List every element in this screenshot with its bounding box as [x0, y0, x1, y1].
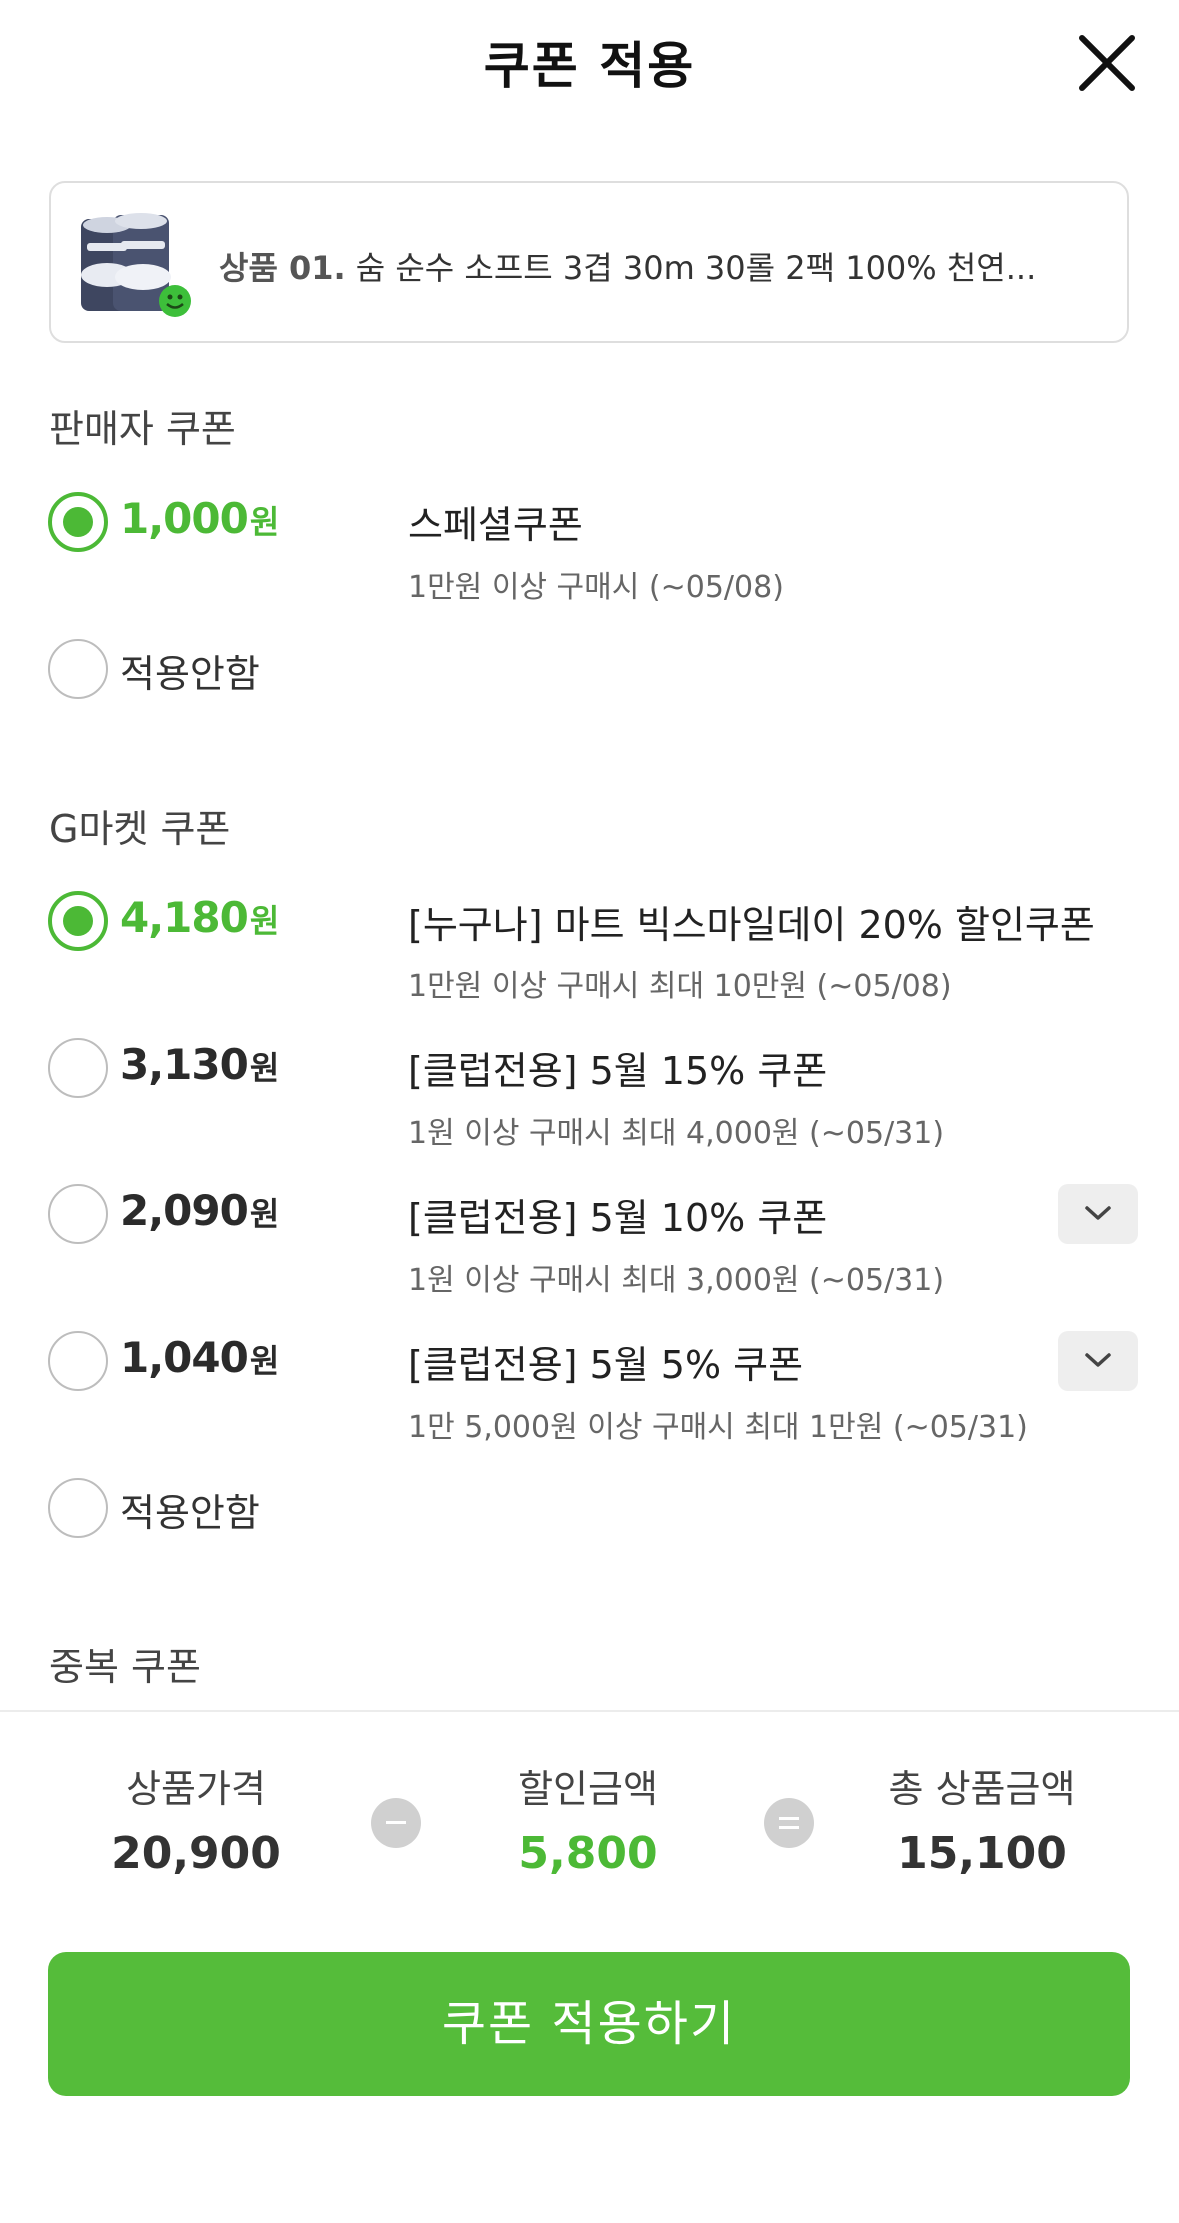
product-name: 숨 순수 소프트 3겹 30m 30롤 2팩 100% 천연...	[355, 249, 1037, 287]
coupon-name: 스페셜쿠폰	[408, 503, 583, 547]
chevron-down-icon	[1085, 1353, 1111, 1367]
product-thumbnail	[77, 205, 195, 321]
chevron-down-icon	[1085, 1206, 1111, 1220]
equals-icon	[764, 1798, 814, 1848]
radio-gmarket-coupon-3[interactable]	[48, 1184, 108, 1244]
apply-coupon-button[interactable]: 쿠폰 적용하기	[48, 1952, 1130, 2096]
coupon-condition: 1원 이상 구매시 최대 4,000원 (~05/31)	[408, 1116, 945, 1151]
page-title: 쿠폰 적용	[483, 37, 696, 95]
radio-gmarket-coupon-2[interactable]	[48, 1038, 108, 1098]
section-title-gmarket: G마켓 쿠폰	[49, 807, 231, 851]
discount-label: 할인금액	[518, 1767, 658, 1811]
none-label: 적용안함	[120, 1491, 260, 1535]
coupon-name: [클럽전용] 5월 15% 쿠폰	[408, 1049, 828, 1093]
coupon-amount: 1,000원	[120, 494, 280, 543]
total-value: 15,100	[897, 1828, 1067, 1879]
price-value: 20,900	[111, 1828, 281, 1879]
section-title-duplicate: 중복 쿠폰	[49, 1645, 201, 1689]
coupon-amount: 4,180원	[120, 893, 280, 942]
radio-seller-none[interactable]	[48, 639, 108, 699]
footer-divider	[0, 1710, 1179, 1712]
coupon-name: [누구나] 마트 빅스마일데이 20% 할인쿠폰	[408, 903, 1095, 947]
section-title-seller: 판매자 쿠폰	[49, 407, 236, 451]
coupon-condition: 1원 이상 구매시 최대 3,000원 (~05/31)	[408, 1263, 945, 1298]
coupon-condition: 1만원 이상 구매시 최대 10만원 (~05/08)	[408, 969, 952, 1004]
product-number: 상품 01.	[219, 249, 346, 287]
none-label: 적용안함	[120, 652, 260, 696]
expand-button[interactable]	[1058, 1331, 1138, 1391]
minus-icon	[371, 1798, 421, 1848]
radio-gmarket-none[interactable]	[48, 1478, 108, 1538]
coupon-amount: 2,090원	[120, 1186, 280, 1235]
header: 쿠폰 적용	[0, 0, 1179, 120]
discount-value: 5,800	[518, 1828, 658, 1879]
coupon-name: [클럽전용] 5월 5% 쿠폰	[408, 1343, 804, 1387]
coupon-amount: 1,040원	[120, 1333, 280, 1382]
coupon-name: [클럽전용] 5월 10% 쿠폰	[408, 1196, 828, 1240]
radio-gmarket-coupon-4[interactable]	[48, 1331, 108, 1391]
close-icon	[1079, 35, 1135, 91]
product-title: 상품 01. 숨 순수 소프트 3겹 30m 30롤 2팩 100% 천연...	[219, 243, 1036, 289]
coupon-amount: 3,130원	[120, 1040, 280, 1089]
coupon-condition: 1만 5,000원 이상 구매시 최대 1만원 (~05/31)	[408, 1410, 1028, 1445]
price-label: 상품가격	[126, 1767, 266, 1811]
radio-seller-coupon-1[interactable]	[48, 492, 108, 552]
radio-gmarket-coupon-1[interactable]	[48, 891, 108, 951]
coupon-condition: 1만원 이상 구매시 (~05/08)	[408, 570, 784, 605]
close-button[interactable]	[1072, 28, 1142, 98]
expand-button[interactable]	[1058, 1184, 1138, 1244]
product-card: 상품 01. 숨 순수 소프트 3겹 30m 30롤 2팩 100% 천연...	[49, 181, 1129, 343]
total-label: 총 상품금액	[888, 1767, 1076, 1811]
